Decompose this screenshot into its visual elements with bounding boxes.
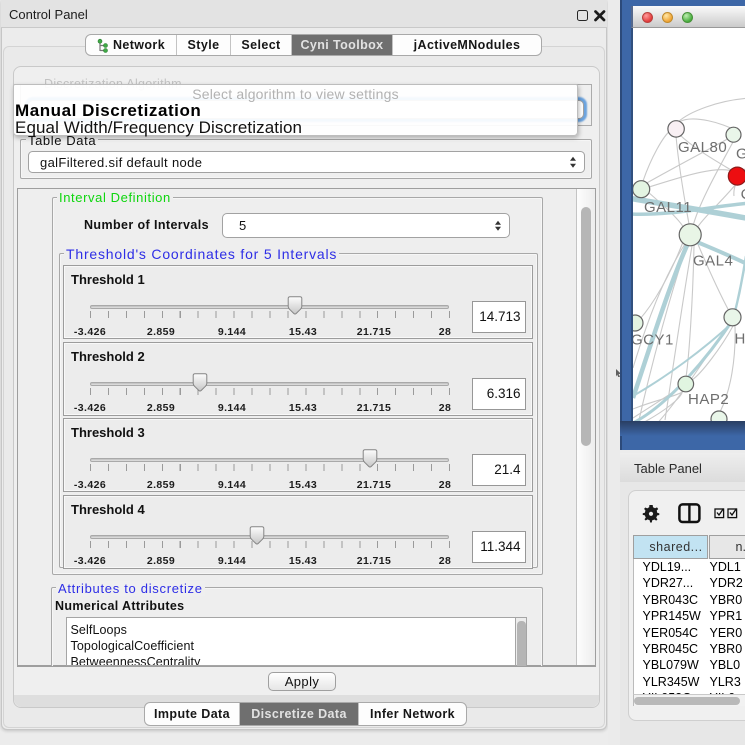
svg-text:GAL4: GAL4 (693, 253, 733, 270)
svg-text:GAL80: GAL80 (678, 139, 727, 156)
svg-text:HAP2: HAP2 (688, 391, 729, 408)
svg-text:GCY1: GCY1 (633, 331, 674, 348)
svg-text:C: C (740, 186, 745, 203)
svg-text:GAL11: GAL11 (644, 199, 692, 216)
svg-text:GA: GA (736, 146, 745, 163)
svg-text:H: H (734, 330, 745, 347)
